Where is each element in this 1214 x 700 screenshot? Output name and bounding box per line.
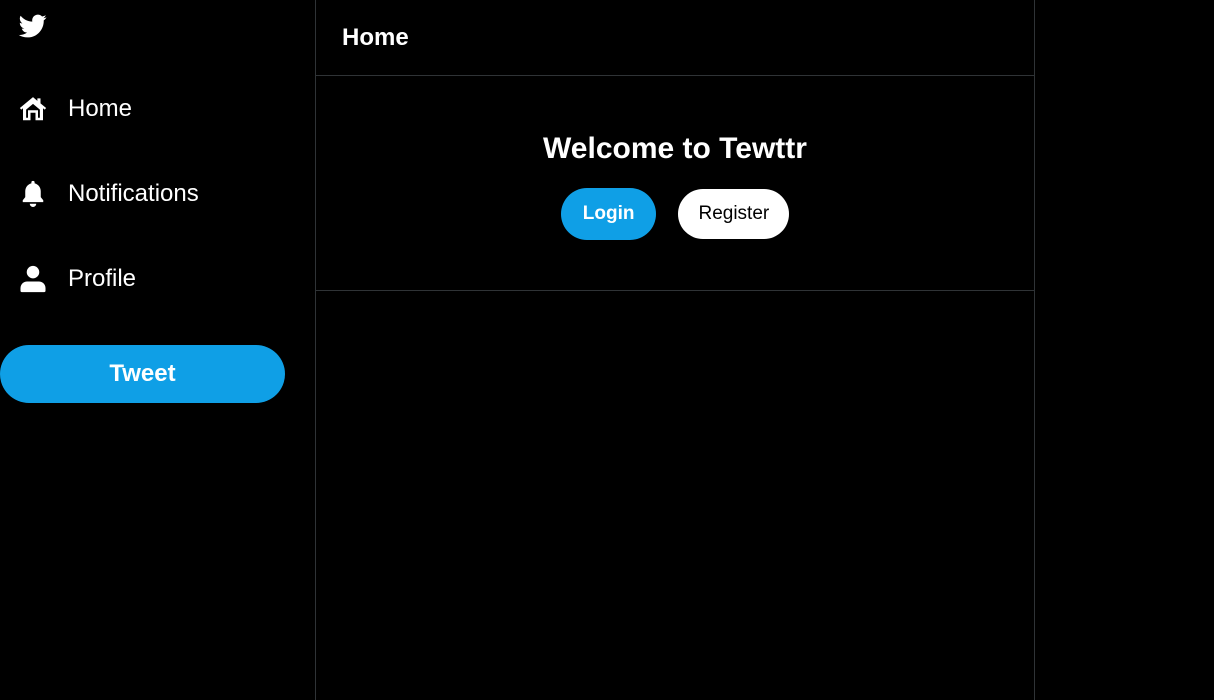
user-icon <box>18 264 48 294</box>
sidebar-item-label: Home <box>68 95 133 122</box>
tweet-button[interactable]: Tweet <box>0 345 285 403</box>
sidebar-item-notifications[interactable]: Notifications <box>18 174 199 214</box>
page-title: Home <box>342 23 409 51</box>
sidebar: Home Notifications Profile Tweet <box>0 0 315 700</box>
login-button[interactable]: Login <box>560 188 657 240</box>
bell-icon <box>18 179 48 209</box>
sidebar-item-home[interactable]: Home <box>18 89 132 129</box>
bird-logo-icon[interactable] <box>18 12 48 40</box>
sidebar-item-label: Notifications <box>68 180 199 207</box>
main-column: Home Welcome to Tewttr Login Register <box>315 0 1035 700</box>
welcome-title: Welcome to Tewttr <box>543 132 807 165</box>
auth-buttons: Login Register <box>560 188 790 240</box>
register-button[interactable]: Register <box>678 189 790 239</box>
app-root: Home Notifications Profile Tweet Home We… <box>0 0 1214 700</box>
home-icon <box>18 94 48 124</box>
main-header: Home <box>316 0 1034 76</box>
sidebar-item-label: Profile <box>68 265 137 292</box>
sidebar-item-profile[interactable]: Profile <box>18 259 136 299</box>
welcome-section: Welcome to Tewttr Login Register <box>316 76 1034 291</box>
